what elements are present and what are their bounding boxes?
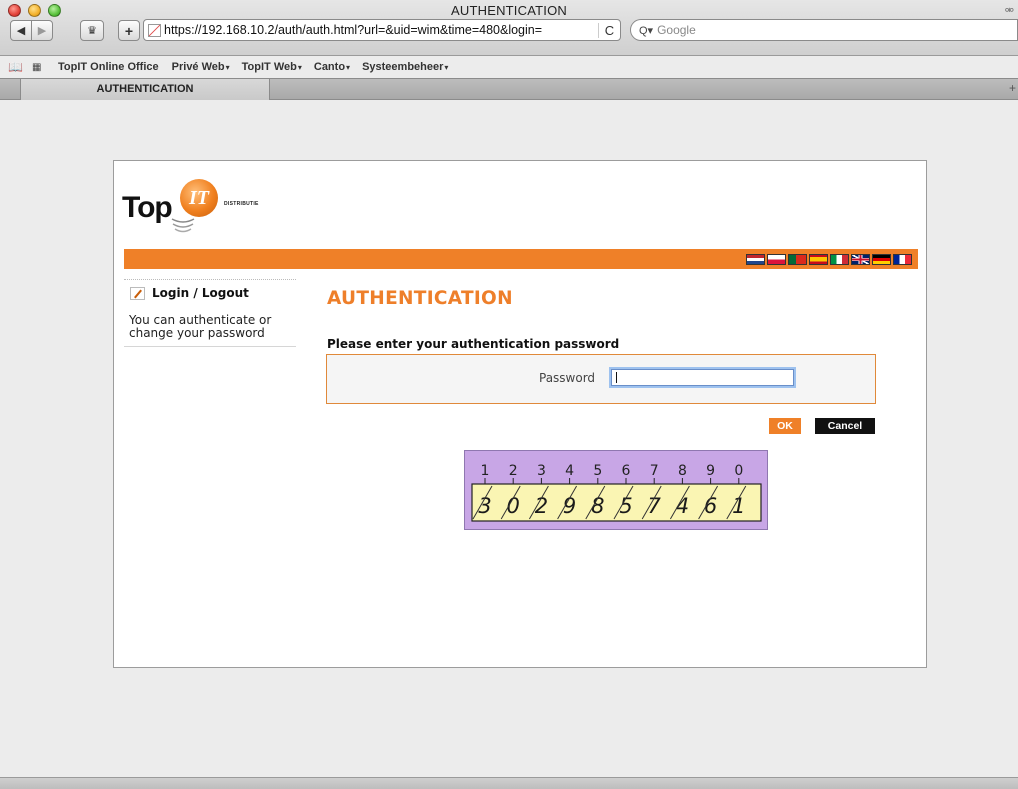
keypad-graphic: 13203249586577849601: [471, 463, 762, 522]
keypad-top-digit: 5: [593, 463, 602, 479]
search-field[interactable]: Q▾ Google: [630, 19, 1018, 41]
page-viewport: Top IT DISTRIBUTIE Login / Logout You ca…: [0, 101, 1018, 777]
status-bar: [0, 777, 1018, 789]
flag-fr-icon[interactable]: [893, 254, 912, 265]
window-titlebar: AUTHENTICATION ⚮ ◀ ▶ ♛ + https://192.168…: [0, 0, 1018, 56]
keypad-top-digit: 1: [481, 463, 490, 479]
text-caret: [616, 372, 617, 383]
lock-icon: ⚮: [1004, 5, 1014, 17]
digit-substitution-keypad: 13203249586577849601: [464, 450, 768, 530]
logo-subtitle: DISTRIBUTIE: [224, 201, 259, 207]
tab-authentication[interactable]: AUTHENTICATION: [20, 79, 270, 100]
sidebar: Login / Logout You can authenticate or c…: [124, 279, 296, 347]
keypad-top-digit: 8: [678, 463, 687, 479]
flag-pl-icon[interactable]: [767, 254, 786, 265]
keypad-top-digit: 2: [509, 463, 518, 479]
password-box: Password: [326, 354, 876, 404]
keypad-top-digit: 4: [565, 463, 574, 479]
chevron-down-icon: ▾: [297, 63, 302, 72]
keypad-top-digit: 3: [537, 463, 546, 479]
add-bookmark-button[interactable]: +: [118, 20, 140, 41]
search-placeholder: Google: [657, 23, 696, 37]
forward-button[interactable]: ▶: [31, 20, 53, 41]
password-field[interactable]: [611, 369, 794, 386]
flag-nl-icon[interactable]: [746, 254, 765, 265]
back-button[interactable]: ◀: [10, 20, 32, 41]
bookmarks-bar: 📖 ▦ TopIT Online Office Privé Web▾ TopIT…: [0, 58, 1018, 76]
keypad-top-digit: 7: [650, 463, 659, 479]
flag-de-icon[interactable]: [872, 254, 891, 265]
logo-wordmark: Top: [122, 191, 173, 224]
logo-swirl-icon: [171, 218, 195, 233]
top-sites-grid-icon[interactable]: ▦: [32, 62, 46, 73]
bookmark-topit-online-office[interactable]: TopIT Online Office: [58, 61, 160, 73]
topit-logo[interactable]: Top IT DISTRIBUTIE: [122, 179, 272, 239]
ok-button[interactable]: OK: [769, 418, 801, 434]
password-prompt: Please enter your authentication passwor…: [327, 337, 620, 351]
window-title: AUTHENTICATION: [451, 3, 567, 18]
search-icon[interactable]: Q▾: [639, 24, 653, 37]
chevron-down-icon: ▾: [346, 63, 351, 72]
bookmarks-book-icon[interactable]: 📖: [8, 60, 23, 74]
evernote-icon[interactable]: ♛: [80, 20, 104, 41]
sidebar-description: You can authenticate or change your pass…: [129, 313, 272, 340]
sidebar-divider-bottom: [124, 346, 296, 347]
site-favicon-icon: [148, 23, 161, 37]
chevron-down-icon: ▾: [444, 63, 449, 72]
tab-strip: AUTHENTICATION +: [0, 78, 1018, 100]
sidebar-heading: Login / Logout: [152, 286, 249, 300]
bookmark-prive-web[interactable]: Privé Web▾: [172, 61, 230, 73]
flag-pt-icon[interactable]: [788, 254, 807, 265]
bookmark-canto[interactable]: Canto▾: [314, 61, 350, 73]
address-bar[interactable]: https://192.168.10.2/auth/auth.html?url=…: [143, 19, 621, 41]
keypad-top-digit: 0: [734, 463, 743, 479]
url-text[interactable]: https://192.168.10.2/auth/auth.html?url=…: [164, 23, 598, 37]
flag-it-icon[interactable]: [830, 254, 849, 265]
header-bar: [124, 249, 918, 269]
keypad-top-digit: 9: [706, 463, 715, 479]
bookmark-systeembeheer[interactable]: Systeembeheer▾: [362, 61, 448, 73]
login-icon: [130, 286, 145, 300]
cancel-button[interactable]: Cancel: [815, 418, 875, 434]
password-label: Password: [539, 371, 596, 385]
keypad-top-digit: 6: [622, 463, 631, 479]
page-title: AUTHENTICATION: [327, 288, 513, 309]
flag-uk-icon[interactable]: [851, 254, 870, 265]
logo-it-circle: IT: [180, 179, 218, 217]
sidebar-divider: [124, 279, 296, 280]
reload-icon[interactable]: C: [598, 22, 620, 38]
new-tab-button[interactable]: +: [1009, 81, 1016, 95]
language-flags: [746, 254, 912, 265]
chevron-down-icon: ▾: [225, 63, 230, 72]
sidebar-item-login-logout[interactable]: Login / Logout: [124, 286, 296, 300]
flag-es-icon[interactable]: [809, 254, 828, 265]
bookmark-topit-web[interactable]: TopIT Web▾: [242, 61, 302, 73]
auth-panel: Top IT DISTRIBUTIE Login / Logout You ca…: [113, 160, 927, 668]
